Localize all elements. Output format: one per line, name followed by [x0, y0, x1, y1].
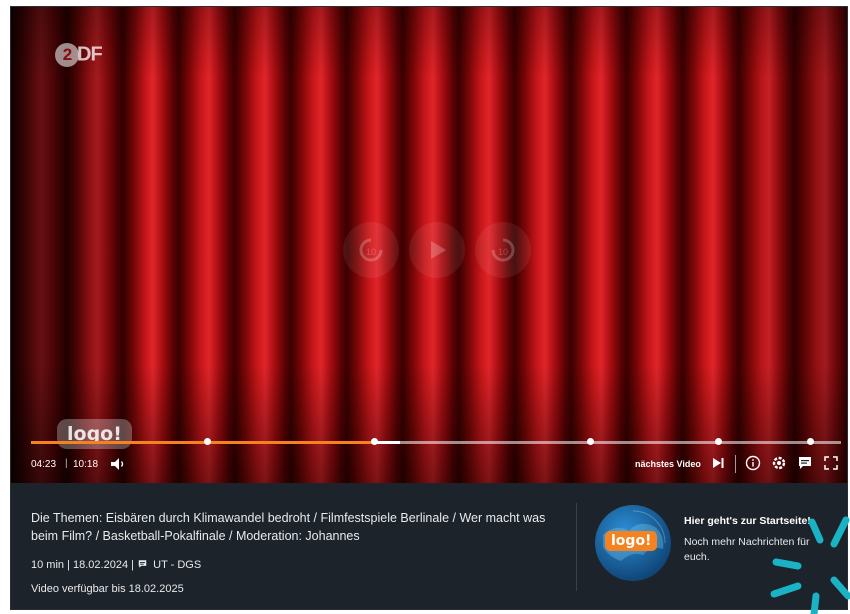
replay-10-button[interactable]: 10 — [343, 222, 399, 278]
chapter-marker[interactable] — [714, 438, 722, 445]
info-icon — [745, 455, 761, 471]
volume-icon — [111, 458, 124, 470]
teaser-badge: logo! — [605, 531, 658, 551]
settings-button[interactable] — [771, 455, 787, 471]
availability-note: Video verfügbar bis 18.02.2025 — [31, 583, 184, 595]
video-date: 18.02.2024 — [73, 559, 129, 571]
control-bar: 04:23 | 10:18 nächstes Video — [11, 453, 847, 477]
panel-divider — [576, 503, 577, 591]
subtitles-icon — [138, 560, 147, 568]
curtain-shadow-left — [11, 7, 151, 483]
svg-text:10: 10 — [366, 247, 376, 257]
info-button[interactable] — [745, 455, 761, 471]
replay-10-icon: 10 — [359, 238, 383, 262]
total-time: 10:18 — [73, 459, 99, 470]
svg-text:10: 10 — [498, 247, 508, 257]
chapter-marker[interactable] — [807, 438, 815, 445]
play-button[interactable] — [409, 222, 465, 278]
volume-button[interactable] — [109, 455, 127, 473]
curtain-shadow-right — [729, 7, 847, 483]
subtitles-button[interactable] — [797, 455, 813, 471]
chapter-marker[interactable] — [203, 438, 211, 445]
current-time: 04:23 — [31, 459, 57, 470]
video-duration: 10 min — [31, 559, 65, 571]
time-separator: | — [65, 458, 68, 469]
accessibility-info: UT - DGS — [153, 559, 202, 571]
teaser-logo[interactable]: logo! — [595, 505, 671, 581]
control-divider — [735, 455, 736, 473]
channel-logo: 2 DF — [55, 43, 107, 69]
video-info-panel: Die Themen: Eisbären durch Klimawandel b… — [11, 483, 847, 609]
forward-10-button[interactable]: 10 — [475, 222, 531, 278]
video-player-frame: 2 DF 10 10 logo! 04:23 | 10:18 nächstes V… — [10, 6, 848, 610]
subtitles-icon — [799, 457, 811, 469]
next-video-button[interactable] — [711, 456, 725, 470]
progress-bar[interactable] — [31, 438, 841, 445]
progress-buffered — [374, 441, 400, 444]
forward-10-icon: 10 — [491, 238, 515, 262]
progress-played — [31, 441, 375, 444]
video-title: Die Themen: Eisbären durch Klimawandel b… — [31, 511, 546, 543]
chapter-marker[interactable] — [586, 438, 594, 445]
video-meta: 10 min | 18.02.2024 | UT - DGS — [31, 559, 201, 571]
next-video-label[interactable]: nächstes Video — [635, 459, 701, 469]
fullscreen-icon — [824, 456, 838, 470]
fullscreen-button[interactable] — [823, 455, 839, 471]
decorative-burst — [770, 516, 850, 614]
video-area[interactable]: 2 DF 10 10 logo! 04:23 | 10:18 nächstes V… — [11, 7, 847, 483]
watermark-logo: logo! — [57, 419, 132, 449]
play-icon — [431, 241, 446, 259]
skip-next-icon — [713, 458, 724, 468]
settings-icon — [772, 456, 786, 470]
